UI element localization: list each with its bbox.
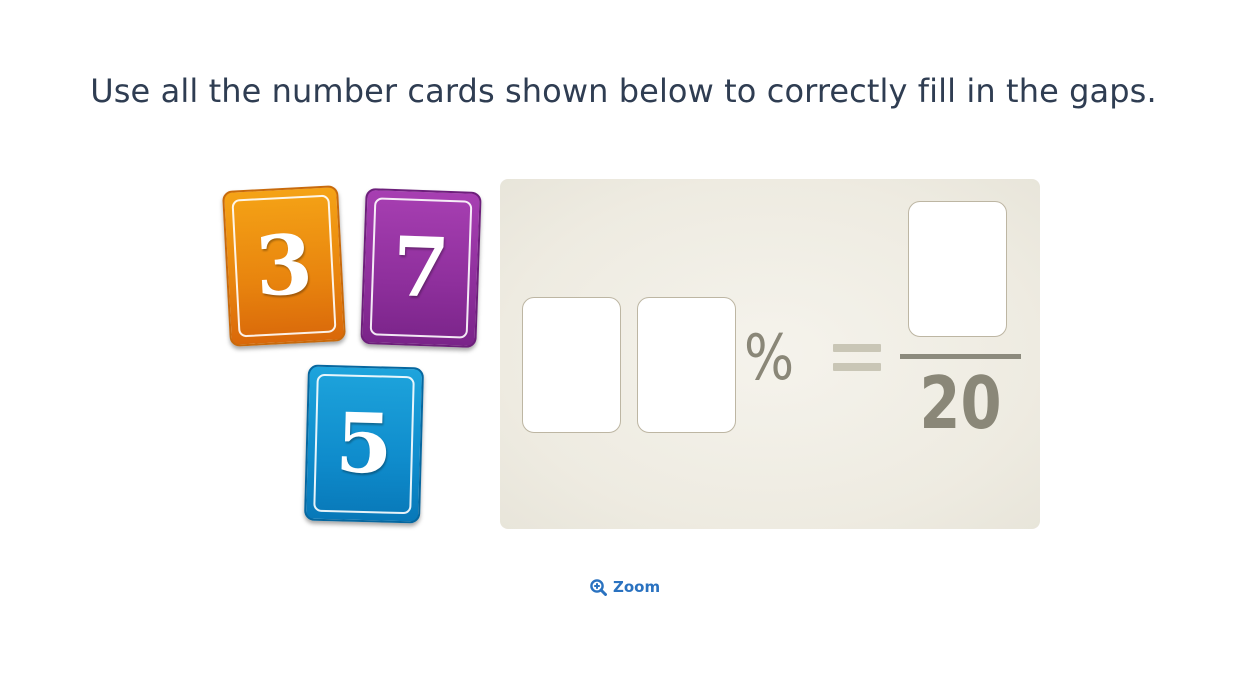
zoom-in-icon bbox=[590, 578, 607, 596]
number-card-5[interactable]: 5 bbox=[303, 364, 425, 524]
drop-slot-tens[interactable] bbox=[522, 297, 621, 433]
number-card-3[interactable]: 3 bbox=[221, 185, 347, 347]
fraction-denominator: 20 bbox=[919, 361, 1002, 445]
number-card-7[interactable]: 7 bbox=[360, 188, 482, 348]
drop-slot-ones[interactable] bbox=[637, 297, 736, 433]
card-frame: 7 bbox=[369, 197, 473, 339]
equals-symbol bbox=[833, 344, 881, 372]
card-frame: 5 bbox=[313, 373, 415, 515]
card-frame: 3 bbox=[231, 194, 337, 338]
drop-slot-numerator[interactable] bbox=[908, 201, 1007, 337]
question-text: Use all the number cards shown below to … bbox=[90, 72, 1157, 110]
card-number: 5 bbox=[334, 395, 394, 493]
card-number: 3 bbox=[252, 216, 316, 316]
equals-bar-bottom bbox=[833, 363, 881, 371]
card-number: 7 bbox=[390, 219, 452, 317]
percent-symbol: % bbox=[744, 321, 795, 394]
equation-board: % 20 bbox=[500, 179, 1040, 529]
zoom-button[interactable]: Zoom bbox=[590, 578, 660, 596]
zoom-label: Zoom bbox=[613, 578, 661, 596]
equals-bar-top bbox=[833, 344, 881, 352]
fraction-line bbox=[900, 354, 1021, 359]
